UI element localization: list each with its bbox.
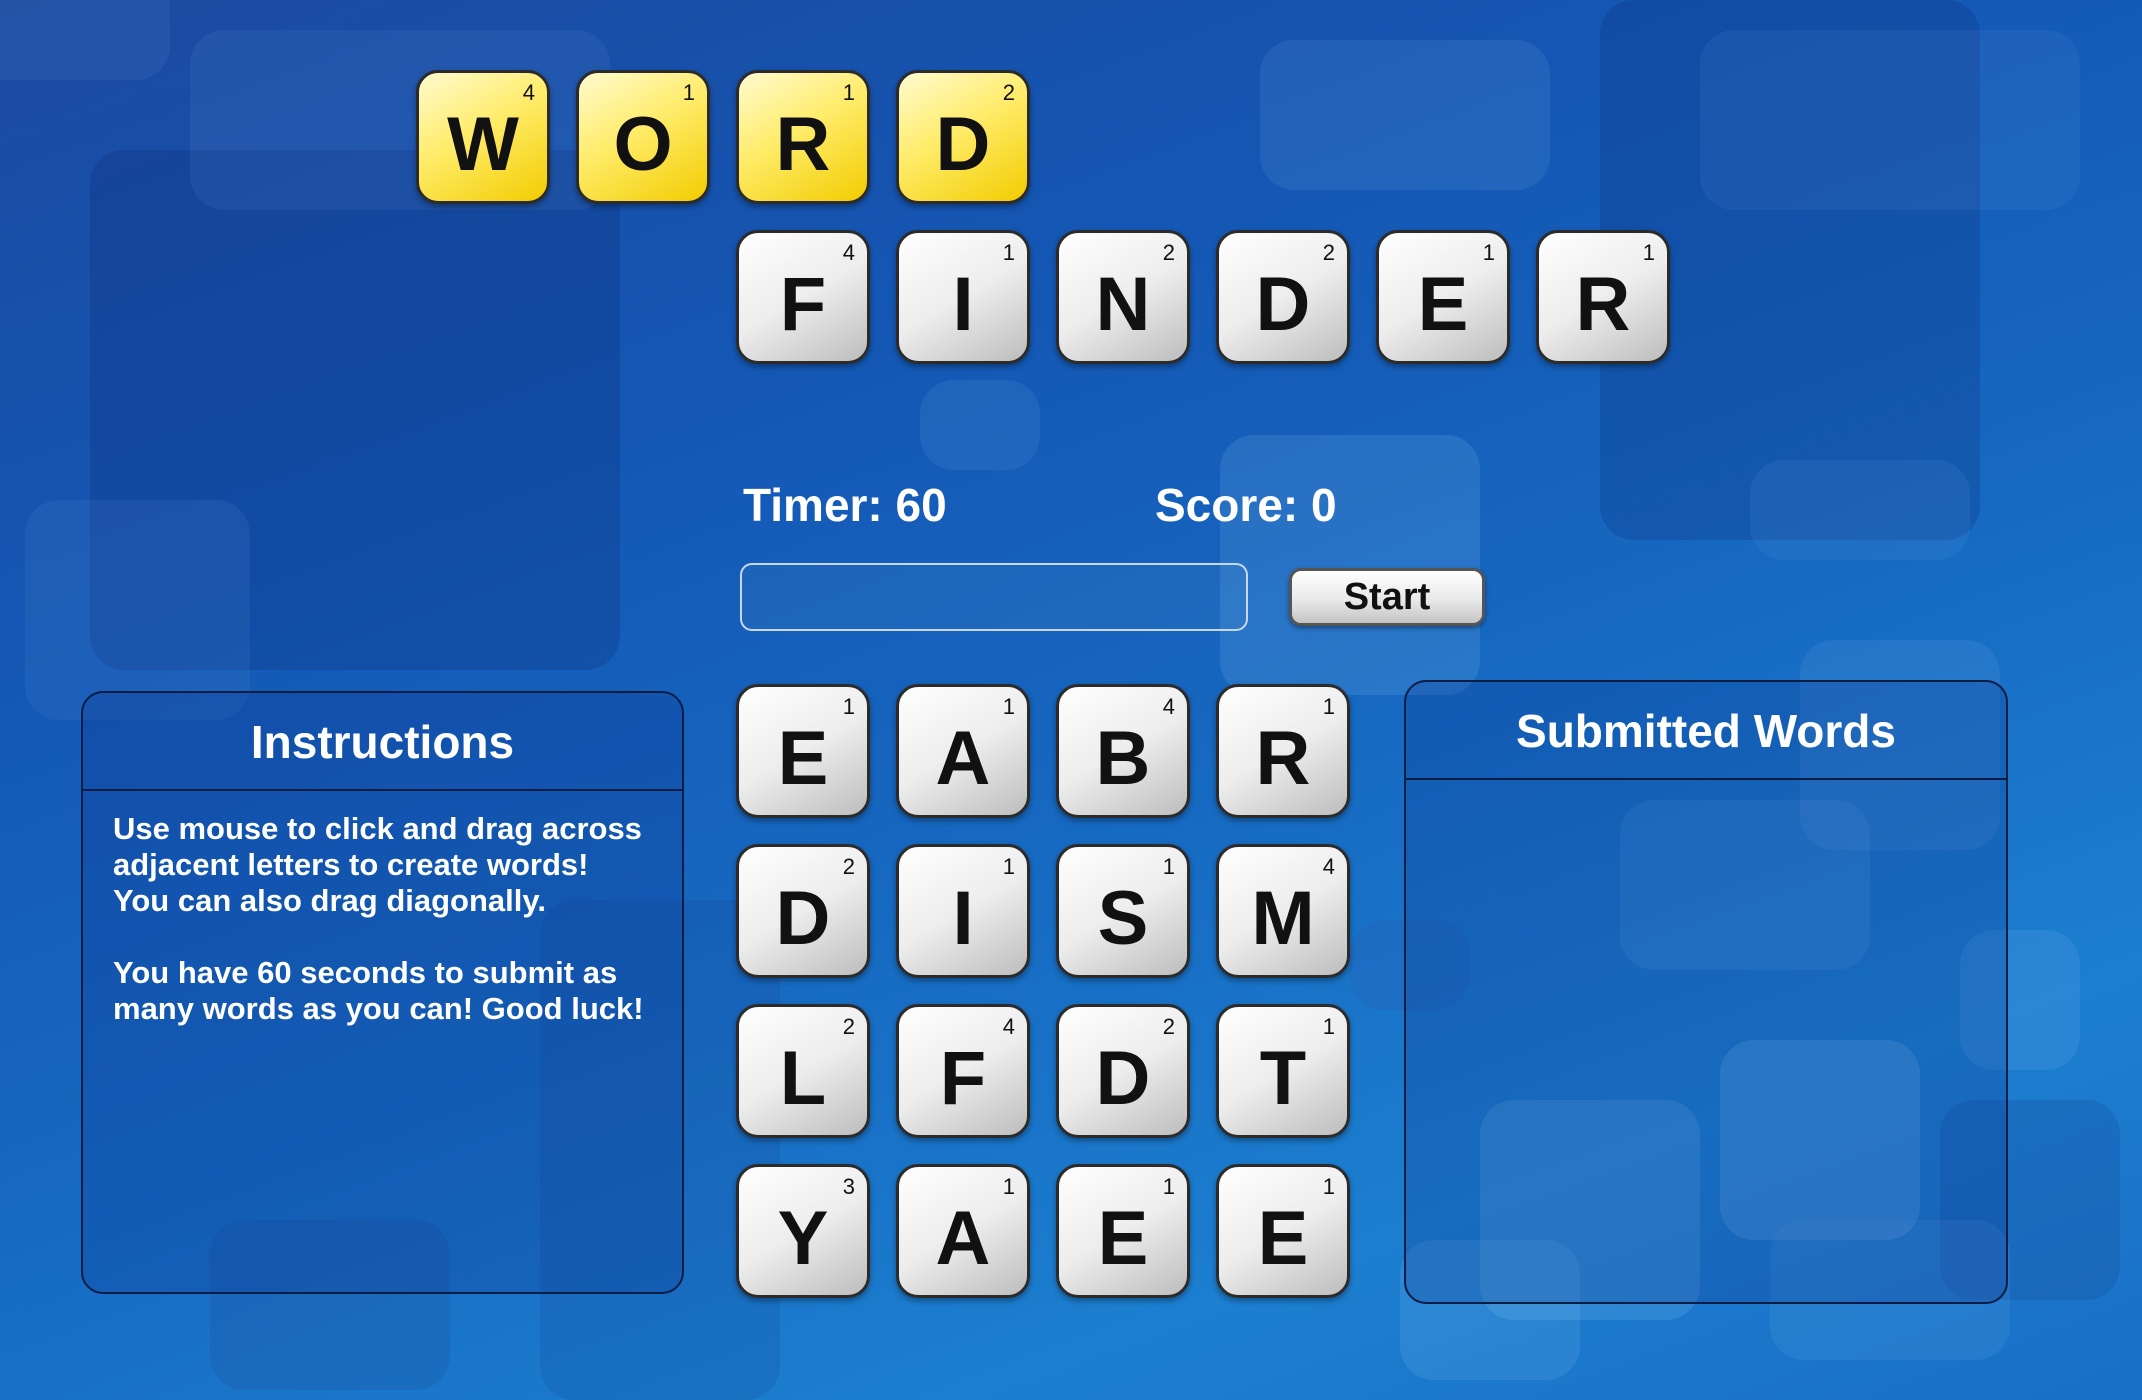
tile-letter: R [1255, 716, 1311, 801]
tile-letter: D [935, 102, 991, 187]
board-tile[interactable]: 1 E [736, 684, 870, 818]
tile-points: 1 [842, 80, 855, 105]
tile-points: 4 [522, 80, 535, 105]
logo-tile-d2: 2 D [1216, 230, 1350, 364]
tile-letter: L [779, 1036, 827, 1121]
tile-letter: E [1257, 1196, 1309, 1281]
tile-letter: D [1255, 262, 1311, 347]
logo-tile-d: 2 D [896, 70, 1030, 204]
instructions-divider [83, 789, 682, 791]
board-tile[interactable]: 2 D [736, 844, 870, 978]
board-tile[interactable]: 2 L [736, 1004, 870, 1138]
tile-letter: R [1575, 262, 1631, 347]
logo-tile-o: 1 O [576, 70, 710, 204]
instructions-panel: Instructions Use mouse to click and drag… [81, 691, 684, 1294]
board-tile[interactable]: 3 Y [736, 1164, 870, 1298]
tile-points: 1 [1482, 240, 1495, 265]
logo-tile-w: 4 W [416, 70, 550, 204]
tile-letter: A [935, 1196, 991, 1281]
tile-points: 1 [682, 80, 695, 105]
tile-points: 2 [842, 1014, 855, 1039]
tile-letter: W [447, 102, 519, 187]
submitted-words-title: Submitted Words [1516, 705, 1896, 757]
tile-letter: M [1251, 876, 1315, 961]
board-tile[interactable]: 1 R [1216, 684, 1350, 818]
score-display: Score: 0 [1155, 479, 1337, 531]
tile-points: 1 [1162, 854, 1175, 879]
board-tile[interactable]: 1 I [896, 844, 1030, 978]
board-tile[interactable]: 4 M [1216, 844, 1350, 978]
board-tile[interactable]: 1 A [896, 1164, 1030, 1298]
tile-points: 1 [1002, 240, 1015, 265]
logo-tile-i: 1 I [896, 230, 1030, 364]
logo-tile-r2: 1 R [1536, 230, 1670, 364]
tile-points: 2 [842, 854, 855, 879]
board-tile[interactable]: 4 B [1056, 684, 1190, 818]
tile-letter: Y [777, 1196, 829, 1281]
tile-points: 2 [1322, 240, 1335, 265]
logo-tile-n: 2 N [1056, 230, 1190, 364]
submitted-words-list [1426, 792, 1986, 1282]
start-button[interactable]: Start [1289, 568, 1485, 626]
tile-points: 2 [1002, 80, 1015, 105]
tile-points: 4 [842, 240, 855, 265]
tile-letter: A [935, 716, 991, 801]
tile-points: 2 [1162, 240, 1175, 265]
tile-letter: D [1095, 1036, 1151, 1121]
submitted-words-divider [1406, 778, 2006, 780]
tile-points: 4 [1322, 854, 1335, 879]
instructions-body: Use mouse to click and drag across adjac… [113, 811, 652, 1063]
tile-points: 1 [1642, 240, 1655, 265]
tile-letter: T [1259, 1036, 1307, 1121]
tile-letter: S [1097, 876, 1149, 961]
board-tile[interactable]: 4 F [896, 1004, 1030, 1138]
tile-points: 3 [842, 1174, 855, 1199]
tile-points: 1 [1162, 1174, 1175, 1199]
tile-points: 4 [1162, 694, 1175, 719]
tile-letter: I [952, 262, 974, 347]
tile-letter: F [939, 1036, 987, 1121]
board-tile[interactable]: 1 E [1056, 1164, 1190, 1298]
tile-points: 1 [1002, 694, 1015, 719]
tile-letter: F [779, 262, 827, 347]
tile-points: 2 [1162, 1014, 1175, 1039]
tile-points: 1 [1002, 854, 1015, 879]
board-tile[interactable]: 1 A [896, 684, 1030, 818]
logo-tile-r: 1 R [736, 70, 870, 204]
instructions-paragraph: You have 60 seconds to submit as many wo… [113, 955, 644, 1026]
submitted-words-panel: Submitted Words [1404, 680, 2008, 1304]
logo-tile-e: 1 E [1376, 230, 1510, 364]
tile-letter: O [613, 102, 673, 187]
tile-letter: R [775, 102, 831, 187]
tile-letter: B [1095, 716, 1151, 801]
word-input[interactable] [740, 563, 1248, 631]
tile-points: 1 [1322, 1174, 1335, 1199]
tile-letter: E [1097, 1196, 1149, 1281]
tile-points: 1 [1322, 1014, 1335, 1039]
tile-letter: N [1095, 262, 1151, 347]
tile-letter: E [1417, 262, 1469, 347]
instructions-title: Instructions [250, 716, 515, 768]
instructions-paragraph: Use mouse to click and drag across adjac… [113, 811, 642, 918]
board-tile[interactable]: 1 T [1216, 1004, 1350, 1138]
board-tile[interactable]: 1 S [1056, 844, 1190, 978]
logo-tile-f: 4 F [736, 230, 870, 364]
tile-points: 1 [1322, 694, 1335, 719]
tile-points: 4 [1002, 1014, 1015, 1039]
board-tile[interactable]: 2 D [1056, 1004, 1190, 1138]
timer-display: Timer: 60 [743, 479, 947, 531]
board-tile[interactable]: 1 E [1216, 1164, 1350, 1298]
tile-letter: D [775, 876, 831, 961]
tile-points: 1 [842, 694, 855, 719]
tile-points: 1 [1002, 1174, 1015, 1199]
tile-letter: E [777, 716, 829, 801]
tile-letter: I [952, 876, 974, 961]
